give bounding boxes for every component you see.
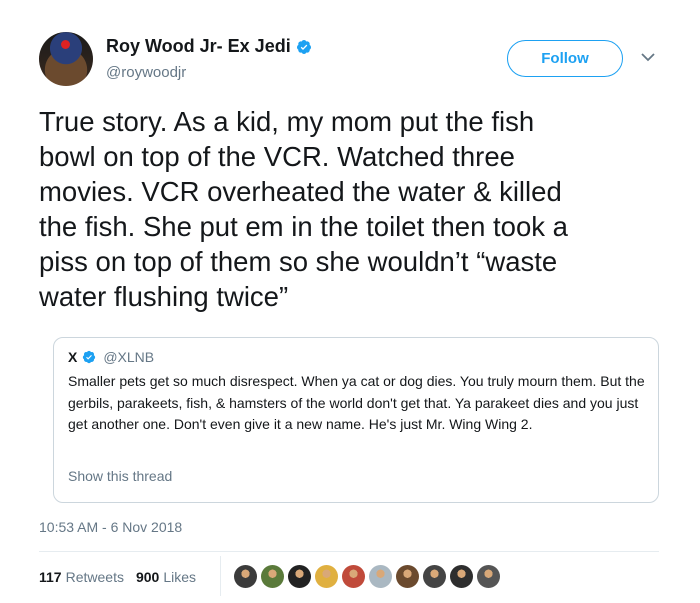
stats-separator: [220, 556, 221, 596]
liker-avatar-3[interactable]: [288, 565, 311, 588]
likes-count: 900: [135, 569, 160, 585]
quoted-tweet-content: X @XLNB Smaller pets get so much disresp…: [53, 337, 659, 503]
author-avatar[interactable]: [39, 32, 93, 86]
likes-stat[interactable]: 900 Likes: [136, 569, 196, 585]
liker-avatar-6[interactable]: [369, 565, 392, 588]
likes-label: Likes: [163, 569, 196, 585]
quoted-author-handle: @XLNB: [103, 349, 155, 365]
quoted-tweet-text: Smaller pets get so much disrespect. Whe…: [68, 373, 645, 432]
tweet-timestamp[interactable]: 10:53 AM - 6 Nov 2018: [39, 519, 182, 535]
liker-avatar-7[interactable]: [396, 565, 419, 588]
author-handle[interactable]: @roywoodjr: [106, 64, 186, 81]
retweets-stat[interactable]: 117 Retweets: [39, 569, 124, 585]
liker-avatar-2[interactable]: [261, 565, 284, 588]
author-display-name[interactable]: Roy Wood Jr- Ex Jedi: [106, 36, 291, 57]
quoted-tweet-author: X @XLNB: [68, 349, 154, 365]
verified-badge-icon: [296, 39, 311, 54]
cap-logo: [61, 40, 70, 49]
liker-avatar-1[interactable]: [234, 565, 257, 588]
divider: [39, 551, 659, 552]
tweet-header: Roy Wood Jr- Ex Jedi @roywoodjr Follow: [39, 32, 661, 88]
retweets-count: 117: [39, 569, 62, 585]
liker-avatars: [234, 565, 500, 588]
liker-avatar-9[interactable]: [450, 565, 473, 588]
liker-avatar-5[interactable]: [342, 565, 365, 588]
liker-avatar-10[interactable]: [477, 565, 500, 588]
retweets-label: Retweets: [65, 569, 124, 585]
show-thread-link[interactable]: Show this thread: [68, 468, 172, 484]
quoted-author-name: X: [68, 349, 78, 365]
tweet-text: True story. As a kid, my mom put the fis…: [39, 106, 568, 312]
liker-avatar-4[interactable]: [315, 565, 338, 588]
tweet-stats: 117 Retweets 900 Likes: [39, 569, 196, 585]
author-name-row[interactable]: Roy Wood Jr- Ex Jedi: [106, 36, 312, 57]
liker-avatar-8[interactable]: [423, 565, 446, 588]
chevron-down-icon[interactable]: [641, 52, 655, 62]
verified-badge-icon: [83, 350, 96, 364]
follow-button[interactable]: Follow: [507, 40, 623, 77]
